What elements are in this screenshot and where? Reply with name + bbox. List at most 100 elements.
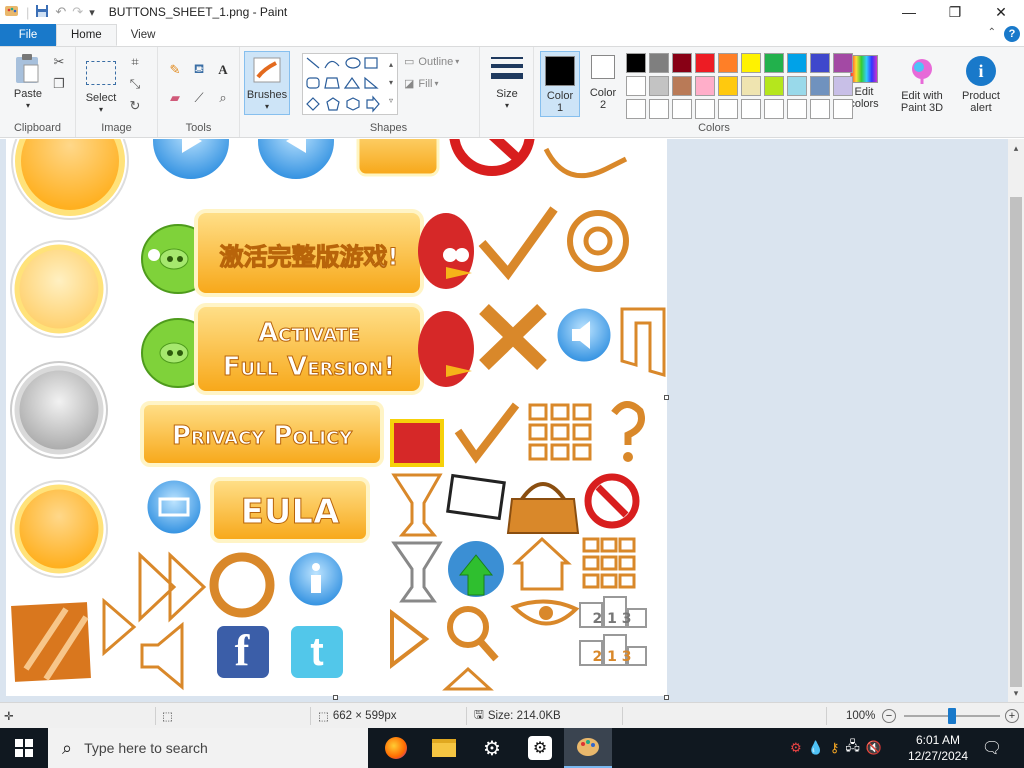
palette-swatch[interactable]: [787, 76, 807, 96]
palette-swatch[interactable]: [787, 99, 807, 119]
tab-home[interactable]: Home: [56, 24, 117, 46]
palette-swatch[interactable]: [718, 53, 738, 73]
settings-gear-icon[interactable]: ⚙: [468, 728, 516, 768]
pencil-icon[interactable]: ✎: [166, 61, 184, 79]
size-button[interactable]: Size ▾: [488, 53, 526, 112]
twitter-logo-text: t: [310, 630, 323, 674]
palette-swatch[interactable]: [695, 53, 715, 73]
palette-swatch[interactable]: [741, 53, 761, 73]
paste-button[interactable]: Paste ▾: [8, 53, 48, 112]
chevron-down-icon: ▾: [455, 57, 460, 66]
vertical-scrollbar[interactable]: ▴ ▾: [1008, 139, 1024, 702]
zoom-slider-thumb[interactable]: [948, 708, 956, 724]
zoom-in-button[interactable]: +: [1005, 703, 1019, 729]
shapes-scroll-down-icon[interactable]: ▾: [382, 73, 400, 91]
text-tool-icon[interactable]: A: [214, 61, 232, 79]
product-alert-button[interactable]: i Product alert: [958, 55, 1004, 114]
taskbar: ⌕ Type here to search ⚙ ⚙ ⚙ 💧 ⚷ 🖧 🔇 6:01…: [0, 728, 1024, 768]
taskbar-search-box[interactable]: ⌕ Type here to search: [48, 728, 368, 768]
edit-with-paint3d-button[interactable]: Edit with Paint 3D: [896, 55, 948, 114]
redo-icon[interactable]: ↷: [72, 4, 83, 20]
palette-swatch[interactable]: [741, 76, 761, 96]
palette-swatch[interactable]: [787, 53, 807, 73]
shapes-scroll-up-icon[interactable]: ▴: [382, 55, 400, 73]
shapes-expand-icon[interactable]: ▿: [382, 91, 400, 109]
eraser-icon[interactable]: ▰: [166, 89, 184, 107]
close-button[interactable]: ✕: [978, 0, 1024, 24]
color2-button[interactable]: Color 2: [584, 55, 622, 111]
maximize-button[interactable]: ❐: [932, 0, 978, 24]
ribbon-collapse-icon[interactable]: ⌃: [988, 27, 996, 38]
paste-label: Paste: [13, 88, 43, 100]
palette-swatch[interactable]: [764, 99, 784, 119]
palette-swatch[interactable]: [764, 53, 784, 73]
select-button[interactable]: Select ▾: [84, 57, 118, 116]
palette-swatch[interactable]: [649, 99, 669, 119]
outline-dropdown[interactable]: ▭ Outline ▾: [404, 55, 460, 69]
palette-swatch[interactable]: [833, 53, 853, 73]
fill-dropdown[interactable]: ◪ Fill ▾: [404, 77, 438, 91]
customize-quick-access-icon[interactable]: ▾: [89, 6, 95, 19]
resize-icon[interactable]: ⤡: [126, 75, 144, 93]
brushes-button[interactable]: Brushes ▾: [244, 51, 290, 115]
palette-swatch[interactable]: [649, 53, 669, 73]
help-icon[interactable]: ?: [1004, 26, 1020, 42]
color-picker-icon[interactable]: ⟋: [190, 89, 208, 107]
resize-handle-right[interactable]: [664, 395, 669, 400]
palette-swatch[interactable]: [718, 99, 738, 119]
color1-button[interactable]: Color 1: [540, 51, 580, 117]
volume-muted-icon[interactable]: 🔇: [866, 740, 882, 756]
palette-swatch[interactable]: [810, 76, 830, 96]
zoom-slider[interactable]: [904, 708, 1000, 724]
palette-swatch[interactable]: [764, 76, 784, 96]
palette-swatch[interactable]: [718, 76, 738, 96]
palette-swatch[interactable]: [833, 76, 853, 96]
magnifier-icon[interactable]: ⌕: [214, 89, 232, 107]
notification-icon[interactable]: 🗨: [976, 728, 1008, 768]
scroll-thumb[interactable]: [1010, 197, 1022, 687]
firefox-icon[interactable]: [372, 728, 420, 768]
palette-swatch[interactable]: [695, 76, 715, 96]
start-button[interactable]: [0, 728, 48, 768]
palette-swatch[interactable]: [626, 76, 646, 96]
crop-icon[interactable]: ⌗: [126, 53, 144, 71]
cut-icon[interactable]: ✂: [50, 53, 68, 71]
resize-handle-bottom[interactable]: [333, 695, 338, 700]
app-gear-icon[interactable]: ⚙: [516, 728, 564, 768]
resize-handle-corner[interactable]: [664, 695, 669, 700]
scroll-down-icon[interactable]: ▾: [1008, 684, 1024, 702]
paint-taskbar-icon[interactable]: [564, 728, 612, 768]
palette-swatch[interactable]: [810, 53, 830, 73]
tab-view[interactable]: View: [117, 24, 170, 46]
copy-icon[interactable]: ❐: [50, 75, 68, 93]
image-dimensions: ⬚ 662 × 599px: [318, 703, 397, 729]
palette-swatch[interactable]: [741, 99, 761, 119]
palette-swatch[interactable]: [672, 76, 692, 96]
network-error-icon[interactable]: ⚙: [790, 740, 802, 756]
droplet-icon[interactable]: 💧: [808, 740, 824, 756]
palette-swatch[interactable]: [649, 76, 669, 96]
image-canvas[interactable]: 激活完整版游戏! Activate Full Version! Privacy …: [6, 139, 667, 696]
undo-icon[interactable]: ↶: [55, 4, 66, 20]
palette-swatch[interactable]: [626, 53, 646, 73]
fill-bucket-icon[interactable]: ⛾: [190, 61, 208, 79]
scroll-up-icon[interactable]: ▴: [1008, 139, 1024, 157]
taskbar-clock[interactable]: 6:01 AM 12/27/2024: [900, 732, 976, 764]
status-divider: [826, 707, 827, 725]
palette-swatch[interactable]: [810, 99, 830, 119]
palette-swatch[interactable]: [626, 99, 646, 119]
zoom-out-button[interactable]: −: [882, 703, 896, 729]
paint-app-icon[interactable]: [4, 3, 20, 22]
palette-swatch[interactable]: [672, 53, 692, 73]
save-icon[interactable]: [35, 4, 49, 21]
network-icon[interactable]: 🖧: [845, 737, 860, 759]
color-palette: [626, 53, 853, 119]
palette-swatch[interactable]: [672, 99, 692, 119]
palette-swatch[interactable]: [695, 99, 715, 119]
file-explorer-icon[interactable]: [420, 728, 468, 768]
rotate-icon[interactable]: ↻: [126, 97, 144, 115]
tab-file[interactable]: File: [0, 24, 56, 46]
key-icon[interactable]: ⚷: [830, 740, 840, 756]
palette-swatch[interactable]: [833, 99, 853, 119]
minimize-button[interactable]: —: [886, 0, 932, 24]
